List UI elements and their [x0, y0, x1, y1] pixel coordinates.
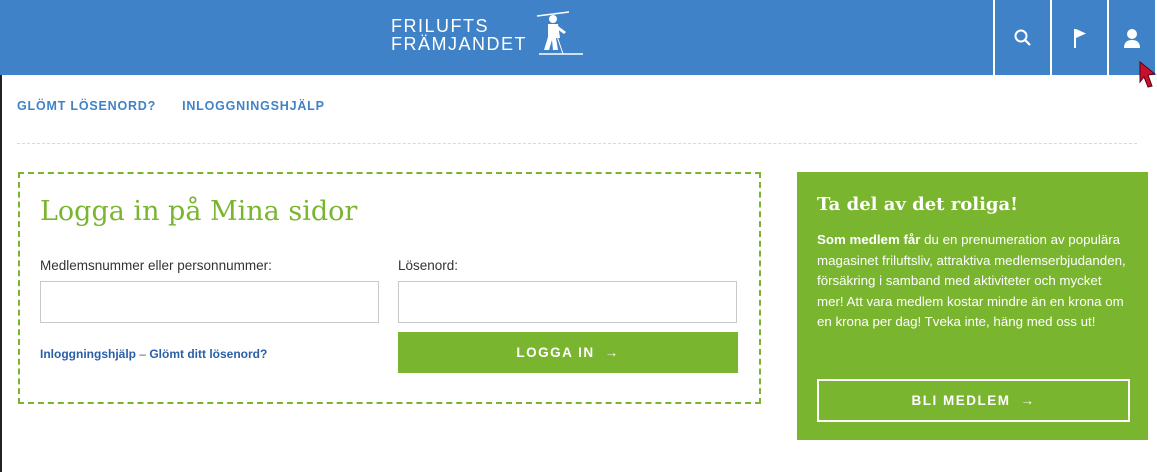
login-help-links: Inloggningshjälp – Glömt ditt lösenord?: [40, 347, 267, 361]
logo-text: FRILUFTS FRÄMJANDET: [391, 17, 527, 53]
logo-line-2: FRÄMJANDET: [391, 34, 527, 54]
become-member-label: BLI MEDLEM: [911, 393, 1011, 408]
link-separator: –: [136, 347, 150, 361]
promo-text: Som medlem får du en prenumeration av po…: [817, 230, 1129, 333]
user-icon: [1124, 28, 1140, 48]
forgot-password-link[interactable]: GLÖMT LÖSENORD?: [17, 99, 156, 113]
site-header: FRILUFTS FRÄMJANDET: [0, 0, 1157, 75]
login-button[interactable]: LOGGA IN →: [398, 332, 738, 373]
promo-title: Ta del av det roliga!: [817, 194, 1019, 215]
search-icon: [1014, 29, 1031, 46]
become-member-button[interactable]: BLI MEDLEM →: [817, 379, 1130, 422]
forgot-password-inline-link[interactable]: Glömt ditt lösenord?: [149, 347, 267, 361]
member-number-label: Medlemsnummer eller personnummer:: [40, 258, 272, 273]
login-help-link[interactable]: INLOGGNINGSHJÄLP: [182, 99, 325, 113]
login-title: Logga in på Mina sidor: [40, 196, 358, 227]
divider: [17, 143, 1137, 144]
login-button-label: LOGGA IN: [516, 345, 595, 360]
pointer-arrow-icon: [1139, 60, 1157, 88]
membership-promo: Ta del av det roliga! Som medlem får du …: [797, 172, 1148, 440]
promo-bold-lead: Som medlem får: [817, 232, 921, 247]
password-input[interactable]: [398, 281, 737, 323]
logo-line-1: FRILUFTS: [391, 16, 490, 36]
login-help-inline-link[interactable]: Inloggningshjälp: [40, 347, 136, 361]
login-panel: Logga in på Mina sidor Medlemsnummer ell…: [18, 172, 761, 404]
site-logo[interactable]: FRILUFTS FRÄMJANDET: [391, 10, 591, 60]
skier-logo-icon: [536, 11, 583, 55]
arrow-right-icon: →: [1020, 393, 1036, 408]
sub-navigation: GLÖMT LÖSENORD? INLOGGNINGSHJÄLP: [17, 99, 325, 113]
flag-icon: [1073, 28, 1086, 48]
password-label: Lösenord:: [398, 258, 459, 273]
flag-button[interactable]: [1050, 0, 1107, 75]
search-button[interactable]: [993, 0, 1050, 75]
arrow-right-icon: →: [604, 345, 620, 360]
member-number-input[interactable]: [40, 281, 379, 323]
